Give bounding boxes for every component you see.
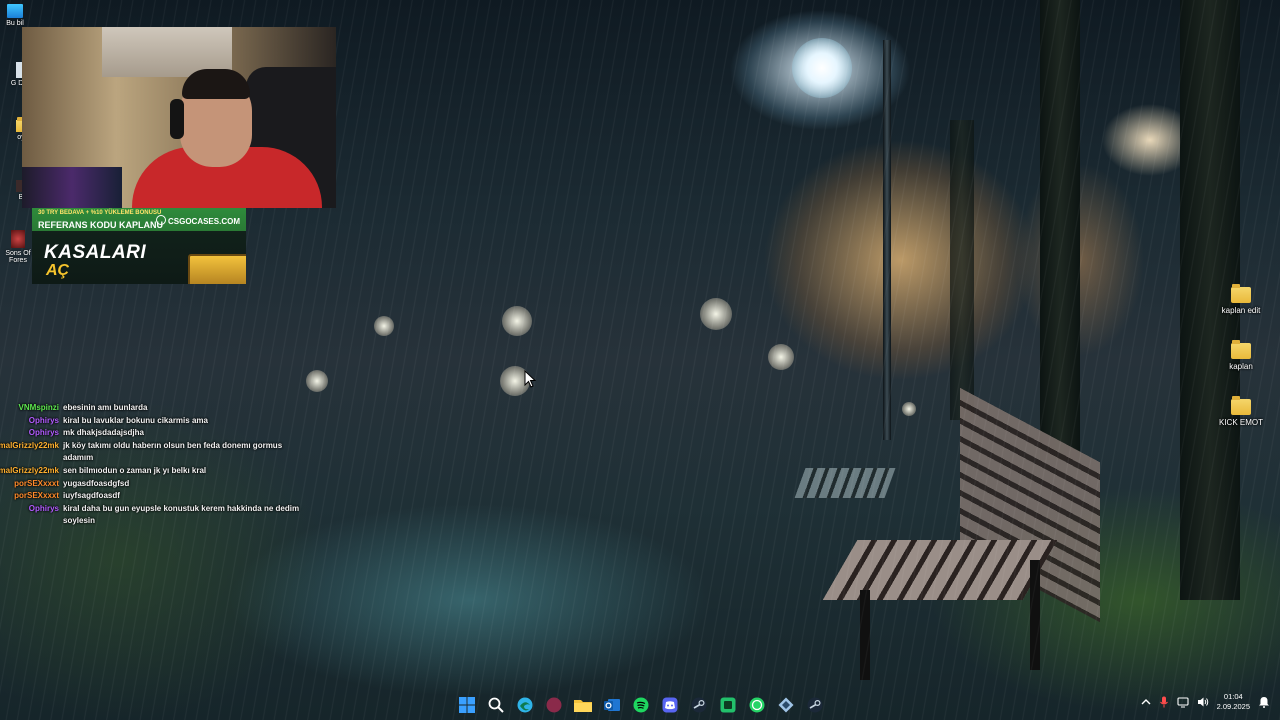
- chat-text: jk köy takımı oldu haberın olsun ben fed…: [63, 440, 283, 463]
- outlook-icon: [604, 699, 620, 711]
- desktop-icon-label: Bu bil: [6, 20, 24, 27]
- brand-logo-icon: [155, 215, 166, 225]
- chat-text: kiral bu lavuklar bokunu cikarmis ama: [63, 415, 208, 425]
- clock-date: 2.09.2025: [1216, 702, 1250, 711]
- desktop-icon-kick-emot[interactable]: KICK EMOT: [1209, 396, 1273, 427]
- file-explorer-button[interactable]: [571, 694, 595, 716]
- banner-referral-code: REFERANS KODU KAPLANU: [38, 220, 164, 230]
- chat-text: sen bilmıodun o zaman jk yı belkı kral: [63, 465, 207, 475]
- search-button[interactable]: [484, 694, 508, 716]
- webcam-overlay: [22, 27, 336, 208]
- taskbar-apps: [455, 694, 827, 716]
- chat-text: ebesinin amı bunlarda: [63, 403, 148, 412]
- edge-button[interactable]: [513, 694, 537, 716]
- green-app-icon: [720, 697, 736, 713]
- chat-username[interactable]: VNMspinzi: [0, 402, 59, 415]
- chat-text: yugasdfoasdgfsd: [63, 478, 130, 488]
- system-tray: 01:04 2.09.2025: [1141, 692, 1270, 712]
- stream-chat: VNMspinzi ebesinin amı bunlarda Ophirys kir…: [0, 402, 300, 528]
- windows-icon: [459, 697, 475, 713]
- chat-message: Ophirys mk dhakjsdadajsdjha: [0, 427, 300, 440]
- chat-message: VNMspinzi ebesinin amı bunlarda: [0, 402, 300, 415]
- chat-username[interactable]: malGrizzly22mk: [0, 440, 59, 465]
- desktop-icon-sons-of-forest[interactable]: Sons Of Fores: [2, 230, 34, 264]
- game-icon: [11, 230, 25, 248]
- banner-brand-name: CSGOCASES.COM: [167, 217, 240, 226]
- start-button[interactable]: [455, 694, 479, 716]
- banner-title-line2: AÇ: [46, 262, 70, 279]
- edge-icon: [517, 697, 533, 713]
- chat-message: malGrizzly22mk jk köy takımı oldu haberın…: [0, 440, 300, 465]
- desktop-icon-this-pc[interactable]: Bu bil: [0, 4, 30, 27]
- clock-time: 01:04: [1223, 692, 1243, 701]
- chat-username[interactable]: Ophirys: [0, 503, 59, 528]
- desktop-icon-label: kaplan edit: [1221, 306, 1261, 315]
- steam-icon: [691, 697, 707, 713]
- chat-message: Ophirys kiral daha bu gun eyupsle konustu…: [0, 503, 300, 528]
- spotify-button[interactable]: [629, 694, 653, 716]
- desktop-icon-label: Sons Of Fores: [5, 250, 31, 264]
- chat-text: iuyfsagdfoasdf: [63, 491, 120, 501]
- chat-username[interactable]: porSEXxxxt: [0, 490, 59, 503]
- taskbar: 01:04 2.09.2025: [0, 690, 1280, 720]
- chat-text: mk dhakjsdadajsdjha: [63, 428, 144, 438]
- chat-username[interactable]: Ophirys: [0, 415, 59, 428]
- green-app-button[interactable]: [716, 694, 740, 716]
- whatsapp-icon: [749, 697, 765, 713]
- chat-message: Ophirys kiral bu lavuklar bokunu cikarmis…: [0, 415, 300, 428]
- folder-icon: [1231, 396, 1251, 415]
- microphone-icon[interactable]: [1159, 696, 1169, 708]
- folder-icon: [1231, 340, 1251, 359]
- game-app-button[interactable]: [774, 694, 798, 716]
- app-button[interactable]: [542, 694, 566, 716]
- clock[interactable]: 01:04 2.09.2025: [1217, 692, 1250, 712]
- steam-button[interactable]: [687, 694, 711, 716]
- webcam-pc-case: [22, 167, 122, 208]
- network-icon[interactable]: [1177, 696, 1189, 708]
- discord-icon: [662, 697, 678, 713]
- desktop-icon-kaplan[interactable]: kaplan: [1209, 340, 1273, 371]
- discord-button[interactable]: [658, 694, 682, 716]
- webcam-headset: [170, 99, 184, 139]
- chat-username[interactable]: malGrizzly22mk: [0, 465, 59, 478]
- volume-icon[interactable]: [1197, 696, 1209, 708]
- mouse-cursor-icon: [524, 370, 536, 388]
- sponsor-banner: 30 TRY BEDAVA + %10 YÜKLEME BONUSU REFER…: [32, 208, 246, 284]
- game-app-icon: [778, 697, 794, 713]
- banner-brand: CSGOCASES.COM: [155, 215, 240, 226]
- chevron-up-icon[interactable]: [1141, 697, 1151, 707]
- folder-icon: [1231, 284, 1251, 303]
- monitor-icon: [7, 4, 23, 18]
- folder-icon: [574, 700, 592, 712]
- steam-icon: [807, 697, 823, 713]
- case-chest-icon: [188, 254, 246, 284]
- outlook-button[interactable]: [600, 694, 624, 716]
- circle-app-icon: [546, 697, 562, 713]
- search-icon: [488, 697, 504, 713]
- desktop-icon-label: kaplan: [1229, 362, 1253, 371]
- spotify-icon: [633, 697, 649, 713]
- chat-message: porSEXxxxt yugasdfoasdgfsd: [0, 478, 300, 491]
- whatsapp-button[interactable]: [745, 694, 769, 716]
- chat-message: malGrizzly22mk sen bilmıodun o zaman jk y…: [0, 465, 300, 478]
- chat-username[interactable]: porSEXxxxt: [0, 478, 59, 491]
- steam2-button[interactable]: [803, 694, 827, 716]
- chat-message: porSEXxxxt iuyfsagdfoasdf: [0, 490, 300, 503]
- desktop-icon-kaplan-edit[interactable]: kaplan edit: [1209, 284, 1273, 315]
- banner-bonus-text: 30 TRY BEDAVA + %10 YÜKLEME BONUSU: [38, 210, 162, 216]
- banner-title: KASALARI: [44, 242, 147, 263]
- desktop-icon-label: KICK EMOT: [1218, 418, 1263, 427]
- webcam-streamer-hair: [182, 69, 250, 99]
- chat-username[interactable]: Ophirys: [0, 427, 59, 440]
- chat-text: kiral daha bu gun eyupsle konustuk kerem…: [63, 503, 300, 526]
- notification-icon[interactable]: [1258, 696, 1270, 708]
